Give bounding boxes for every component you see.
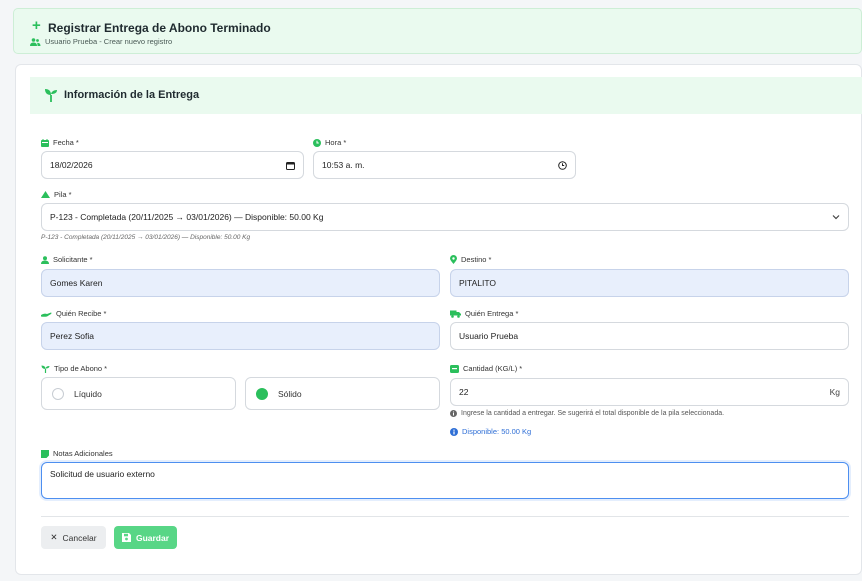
pila-label: Pila * [41, 190, 72, 199]
page-title: Registrar Entrega de Abono Terminado [48, 21, 271, 35]
cancel-button[interactable]: ✕ Cancelar [41, 526, 106, 549]
radio-circle-solido[interactable] [256, 387, 268, 400]
fecha-input[interactable]: 18/02/2026 [41, 151, 304, 179]
plus-icon: + [32, 17, 41, 34]
info-circle-icon [450, 427, 458, 436]
info-icon [450, 410, 457, 417]
calendar-icon [41, 138, 49, 147]
solicitante-label: Solicitante * [41, 255, 93, 264]
radio-solido[interactable]: Sólido [245, 377, 440, 410]
page-subtitle: Usuario Prueba - Crear nuevo registro [30, 37, 172, 46]
radio-liquido[interactable]: Líquido [41, 377, 236, 410]
seedling-icon [45, 89, 57, 102]
fecha-label: Fecha * [41, 138, 79, 147]
seedling-icon [41, 365, 50, 373]
tipo-abono-label: Tipo de Abono * [41, 364, 107, 373]
section-title: Información de la Entrega [64, 89, 200, 101]
users-icon [30, 37, 41, 46]
quien-recibe-label: Quién Recibe * [41, 309, 106, 318]
clock-picker-icon[interactable] [558, 160, 567, 170]
divider [41, 516, 849, 517]
hand-icon [41, 312, 52, 317]
note-icon [41, 449, 49, 458]
weight-icon [450, 364, 459, 373]
radio-circle-liquido[interactable] [52, 387, 64, 400]
cantidad-available: Disponible: 50.00 Kg [450, 427, 531, 436]
cantidad-label: Cantidad (KG/L) * [450, 364, 522, 373]
notas-label: Notas Adicionales [41, 449, 113, 458]
hora-label: Hora * [313, 138, 346, 147]
chevron-down-icon [832, 214, 840, 220]
mountain-icon [41, 191, 50, 198]
quien-entrega-label: Quién Entrega * [450, 309, 518, 318]
cantidad-hint: Ingrese la cantidad a entregar. Se suger… [450, 410, 724, 417]
radio-label-solido: Sólido [278, 388, 302, 399]
radio-label-liquido: Líquido [74, 388, 102, 399]
pila-select[interactable]: P-123 - Completada (20/11/2025 → 03/01/2… [41, 203, 849, 231]
truck-icon [450, 310, 461, 318]
subtitle-text: Usuario Prueba - Crear nuevo registro [45, 37, 173, 46]
save-button[interactable]: Guardar [114, 526, 177, 549]
save-icon [121, 533, 131, 542]
section-header: Información de la Entrega [30, 77, 862, 114]
page-header: + Registrar Entrega de Abono Terminado U… [13, 8, 862, 54]
notas-textarea[interactable]: Solicitud de usuario externo [41, 462, 849, 499]
map-pin-icon [450, 255, 457, 264]
cantidad-unit: Kg [829, 387, 840, 397]
cantidad-input[interactable]: 22 Kg [450, 378, 849, 406]
hora-input[interactable]: 10:53 a. m. [313, 151, 576, 179]
destino-field: PITALITO [450, 269, 849, 297]
close-icon: ✕ [50, 532, 58, 542]
user-icon [41, 255, 49, 264]
quien-entrega-input[interactable]: Usuario Prueba [450, 322, 849, 350]
solicitante-field: Gomes Karen [41, 269, 440, 297]
clock-icon [313, 138, 321, 147]
calendar-picker-icon[interactable] [286, 161, 295, 170]
pila-help-text: P-123 - Completada (20/11/2025 → 03/01/2… [41, 234, 251, 241]
quien-recibe-field: Perez Sofia [41, 322, 440, 350]
destino-label: Destino * [450, 255, 491, 264]
